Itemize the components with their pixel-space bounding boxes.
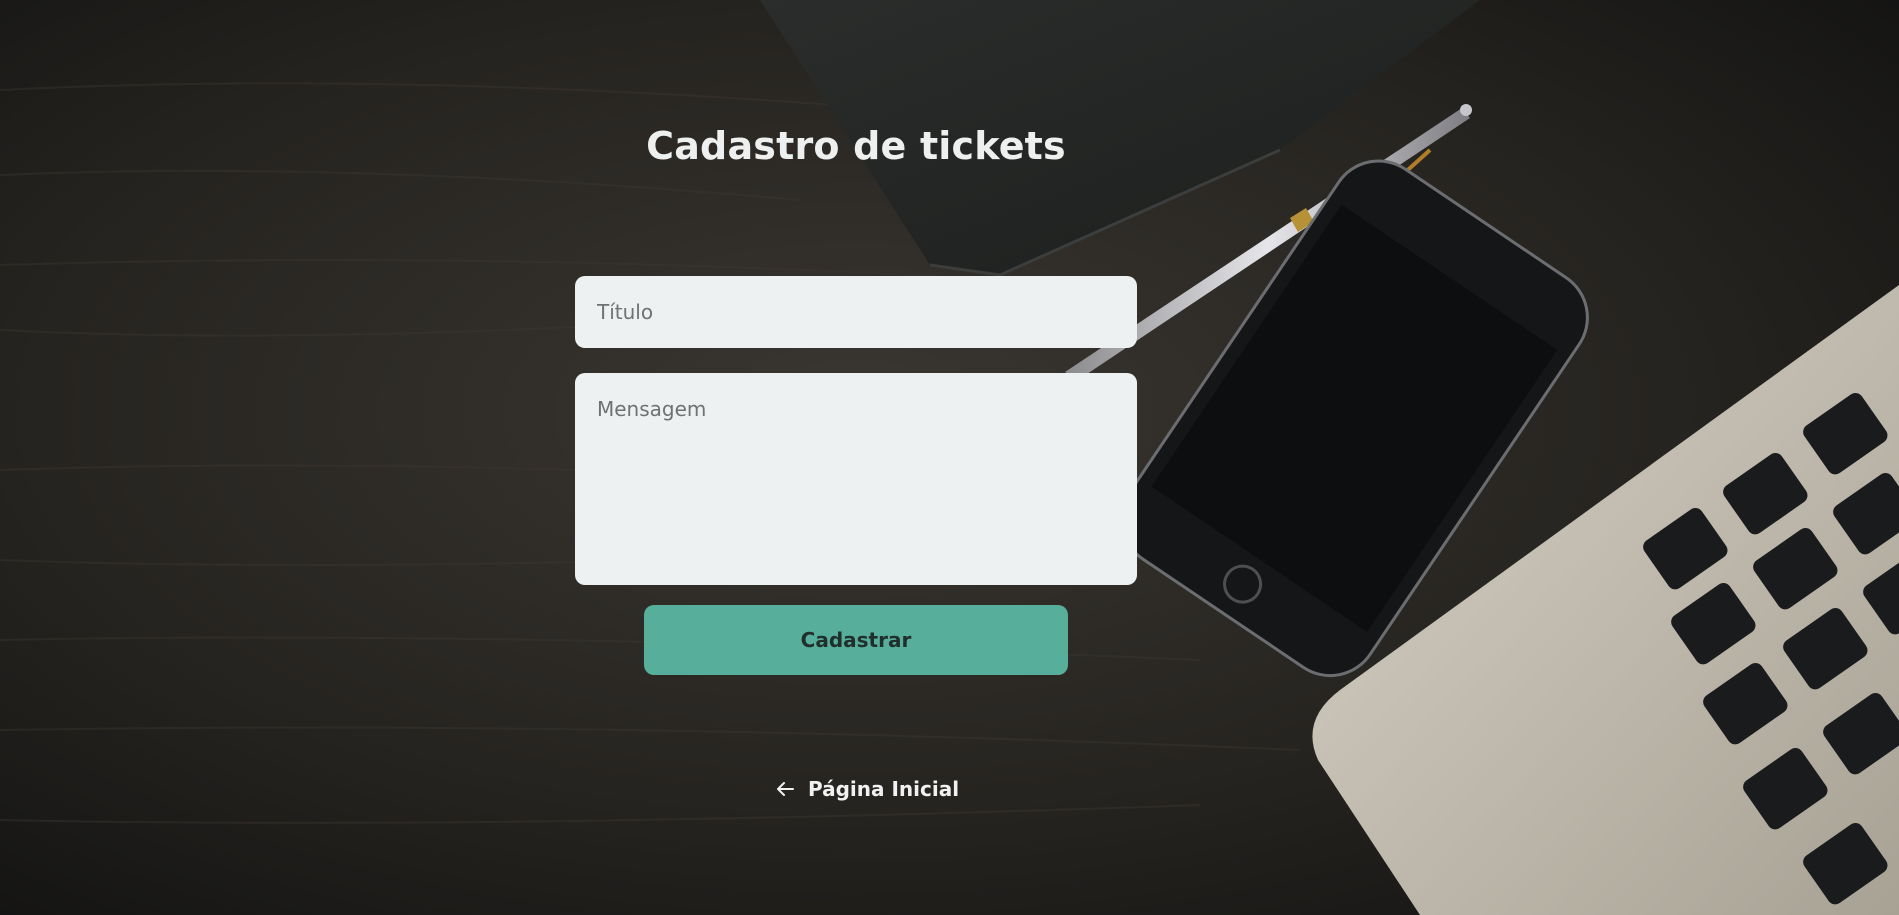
home-link[interactable]: Página Inicial [777, 774, 959, 804]
message-textarea[interactable] [575, 373, 1137, 585]
page-title: Cadastro de tickets [646, 124, 1066, 168]
home-link-label: Página Inicial [808, 777, 960, 801]
arrow-left-icon [777, 782, 794, 796]
page: Cadastro de tickets Cadastrar Página Ini… [0, 0, 1899, 915]
title-input[interactable] [575, 276, 1137, 348]
submit-button[interactable]: Cadastrar [644, 605, 1068, 675]
